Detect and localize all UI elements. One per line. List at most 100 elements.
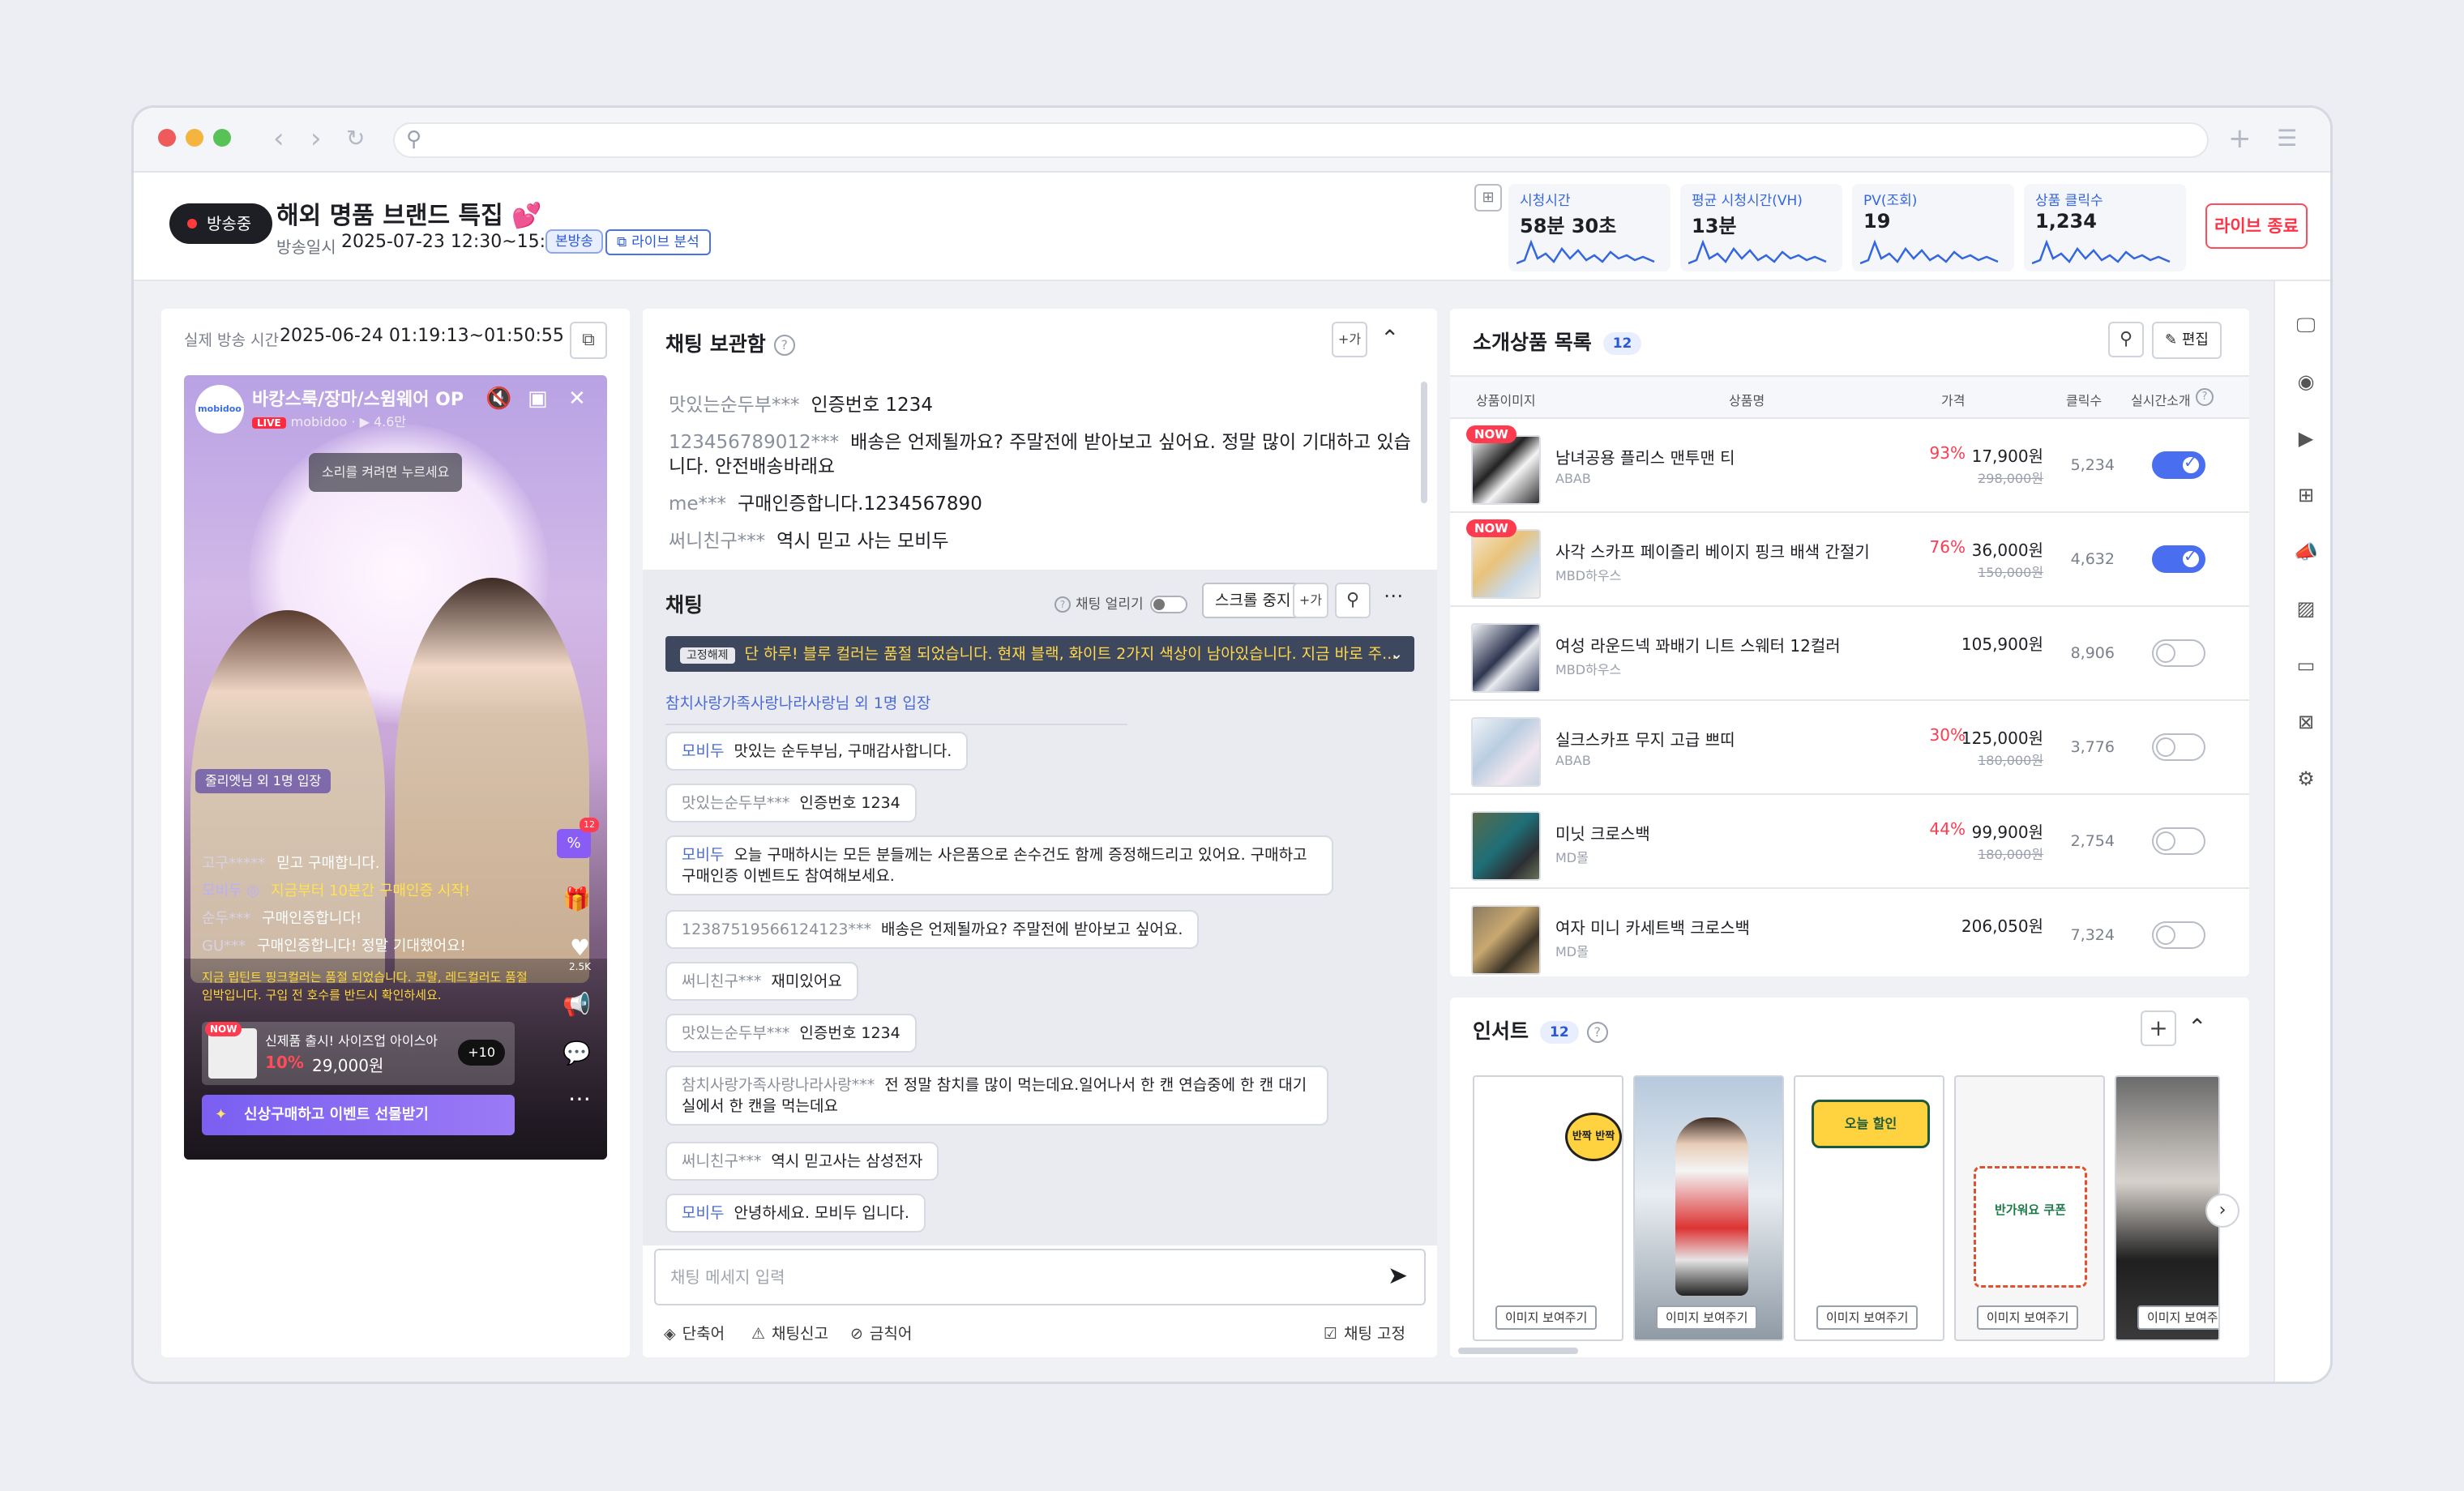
chat-message-input[interactable]	[670, 1250, 1367, 1304]
megaphone-icon[interactable]: 📣	[2293, 539, 2319, 565]
add-insert-button[interactable]: +	[2141, 1010, 2176, 1046]
pip-icon[interactable]: ▣	[528, 387, 548, 411]
live-intro-toggle[interactable]	[2152, 733, 2205, 761]
font-size-icon[interactable]: +가	[1332, 322, 1367, 357]
search-icon[interactable]: ⚲	[1335, 583, 1371, 618]
more-icon[interactable]: ⋯	[568, 1085, 591, 1112]
unpin-button[interactable]: 고정해제	[680, 647, 735, 664]
list-item: 123456789012*** 배송은 언제될까요? 주말전에 받아보고 싶어요.…	[669, 432, 1411, 477]
help-icon[interactable]: ?	[1586, 1022, 1608, 1043]
chat-message[interactable]: 써니친구*** 역시 믿고사는 삼성전자	[665, 1142, 939, 1181]
forward-icon[interactable]: ›	[310, 122, 322, 155]
event-banner[interactable]: ✦ 신상구매하고 이벤트 선물받기	[202, 1095, 515, 1135]
gift-box-icon[interactable]: ⊠	[2293, 709, 2319, 735]
metric-avg-watch-time: 평균 시청시간(VH) 13분	[1680, 184, 1842, 271]
chat-message[interactable]: 맛있는순두부*** 인증번호 1234	[665, 784, 917, 822]
close-window-button[interactable]	[158, 129, 176, 147]
table-row[interactable]: NOW 사각 스카프 페이즐리 베이지 핑크 배색 간절기 MBD하우스 76%…	[1450, 513, 2249, 607]
table-row[interactable]: 여자 미니 카세트백 크로스백 MD몰 206,050원 7,324	[1450, 889, 2249, 983]
chat-message[interactable]: 써니친구*** 재미있어요	[665, 962, 858, 1001]
tv-play-icon[interactable]: ▶	[2293, 425, 2319, 451]
freeze-chat-toggle[interactable]: ? 채팅 얼리기	[1054, 592, 1187, 613]
pinned-notice[interactable]: 고정해제 단 하루! 블루 컬러는 품절 되었습니다. 현재 블랙, 화이트 2가…	[665, 636, 1414, 672]
chat-message[interactable]: 모비두 오늘 구매하시는 모든 분들께는 사은품으로 손수건도 함께 증정해드리고…	[665, 835, 1333, 895]
gift-icon[interactable]: 🎁	[563, 886, 591, 912]
show-image-button[interactable]: 이미지 보여주기	[1656, 1305, 1758, 1330]
table-row[interactable]: 여성 라운드넥 꽈배기 니트 스웨터 12컬러 MBD하우스 105,900원 …	[1450, 607, 2249, 701]
ticket-icon[interactable]: ▭	[2293, 652, 2319, 678]
live-intro-toggle[interactable]	[2152, 827, 2205, 855]
show-image-button[interactable]: 이미지 보여주기	[1816, 1305, 1919, 1330]
table-row[interactable]: NOW 남녀공용 플리스 맨투맨 티 ABAB 93% 17,900원 298,…	[1450, 419, 2249, 513]
show-image-button[interactable]: 이미지 보여주기	[1495, 1305, 1598, 1330]
megaphone-icon[interactable]: 📢	[563, 991, 591, 1018]
live-analytics-button[interactable]: ⧉ 라이브 분석	[605, 229, 711, 255]
preview-product-card[interactable]: NOW 신제품 출시! 사이즈업 아이스아 10% 29,000원 +10	[202, 1022, 515, 1085]
chat-input-box[interactable]: ➤	[654, 1249, 1426, 1305]
url-bar[interactable]: ⚲	[393, 122, 2209, 158]
search-icon[interactable]: ⚲	[2108, 322, 2144, 357]
sound-hint[interactable]: 소리를 켜려면 누르세요	[309, 453, 463, 492]
collapse-chevron-icon[interactable]: ⌃	[1380, 325, 1399, 352]
font-size-icon[interactable]: +가	[1293, 583, 1328, 618]
minimize-window-button[interactable]	[186, 129, 203, 147]
scroll-stop-button[interactable]: 스크롤 중지	[1202, 583, 1304, 618]
help-icon[interactable]: ?	[773, 335, 795, 356]
image-icon[interactable]: ▨	[2293, 596, 2319, 622]
chat-message[interactable]: 12387519566124123*** 배송은 언제될까요? 주말전에 받아보고…	[665, 910, 1200, 949]
maximize-window-button[interactable]	[213, 129, 231, 147]
insert-card[interactable]: 반짝 반짝 이미지 보여주기	[1473, 1075, 1623, 1341]
next-arrow-icon[interactable]: ›	[2205, 1194, 2239, 1228]
table-row[interactable]: 실크스카프 무지 고급 쁘띠 ABAB 30% 125,000원 180,000…	[1450, 701, 2249, 795]
gear-icon[interactable]: ⚙	[2293, 766, 2319, 792]
end-live-button[interactable]: 라이브 종료	[2205, 203, 2308, 249]
check-icon: ✓	[2184, 452, 2197, 472]
reload-icon[interactable]: ↻	[346, 122, 365, 155]
new-tab-icon[interactable]: +	[2228, 122, 2252, 155]
chat-message[interactable]: 모비두 안녕하세요. 모비두 입니다.	[665, 1194, 926, 1233]
monitor-icon[interactable]: 🖵	[2293, 312, 2319, 338]
metric-layout-icon[interactable]: ⊞	[1474, 184, 1502, 211]
insert-card[interactable]: 반가워요 쿠폰 이미지 보여주기	[1954, 1075, 2105, 1341]
chat-message[interactable]: 모비두 맛있는 순두부님, 구매감사합니다.	[665, 732, 969, 771]
popout-icon[interactable]: ⧉	[570, 322, 607, 359]
live-intro-toggle[interactable]: ✓	[2152, 545, 2205, 573]
banned-words-button[interactable]: ⊘ 금칙어	[850, 1322, 912, 1344]
chat-bubble-icon[interactable]: 💬	[563, 1040, 591, 1066]
help-icon[interactable]: ?	[2196, 388, 2214, 406]
chevron-down-icon[interactable]: ⌄	[1390, 636, 1403, 672]
product-name: 여자 미니 카세트백 크로스백	[1555, 918, 1750, 938]
product-name: 미닛 크로스백	[1555, 824, 1650, 844]
insert-card[interactable]: 이미지 보여주기	[1633, 1075, 1784, 1341]
like-count: 2.5K	[569, 961, 591, 972]
insert-card[interactable]: 이미지 보여주기	[2115, 1075, 2220, 1341]
show-image-button[interactable]: 이미지 보여주기	[1977, 1305, 2079, 1330]
report-chat-button[interactable]: ⚠ 채팅신고	[751, 1322, 828, 1344]
chat-message[interactable]: 맛있는순두부*** 인증번호 1234	[665, 1014, 917, 1053]
close-icon[interactable]: ✕	[568, 387, 586, 411]
menu-icon[interactable]: ☰	[2277, 122, 2297, 155]
pin-chat-checkbox[interactable]: ☑ 채팅 고정	[1324, 1322, 1405, 1344]
live-intro-toggle[interactable]	[2152, 639, 2205, 667]
live-intro-toggle[interactable]	[2152, 921, 2205, 949]
table-row[interactable]: 미닛 크로스백 MD몰 44% 99,900원 180,000원 2,754	[1450, 795, 2249, 889]
insert-card[interactable]: 오늘 할인 이미지 보여주기	[1794, 1075, 1944, 1341]
vault-scrollbar[interactable]	[1421, 382, 1427, 503]
live-intro-toggle[interactable]: ✓	[2152, 451, 2205, 479]
more-icon[interactable]: ⋯	[1384, 584, 1403, 607]
toggle-switch[interactable]	[1149, 596, 1187, 613]
edit-button[interactable]: ✎ 편집	[2152, 322, 2222, 359]
coupon-icon[interactable]: % 12	[557, 818, 599, 858]
broadcast-icon[interactable]: ◉	[2293, 369, 2319, 395]
send-icon[interactable]: ➤	[1388, 1262, 1408, 1290]
chat-message[interactable]: 참치사랑가족사랑나라사랑*** 전 정말 참치를 많이 먹는데요.일어나서 한 캔…	[665, 1066, 1328, 1126]
show-image-button[interactable]: 이미지 보여주기	[2137, 1305, 2218, 1330]
horizontal-scrollbar[interactable]	[1458, 1348, 1578, 1354]
shortcut-button[interactable]: ◈ 단축어	[664, 1322, 725, 1344]
mute-icon[interactable]: 🔇	[486, 387, 511, 411]
collapse-chevron-icon[interactable]: ⌃	[2188, 1014, 2206, 1040]
more-products-button[interactable]: +10	[458, 1040, 505, 1066]
back-icon[interactable]: ‹	[273, 122, 284, 155]
like-icon[interactable]: ♥ 2.5K	[569, 934, 591, 972]
grid-plus-icon[interactable]: ⊞	[2293, 482, 2319, 508]
